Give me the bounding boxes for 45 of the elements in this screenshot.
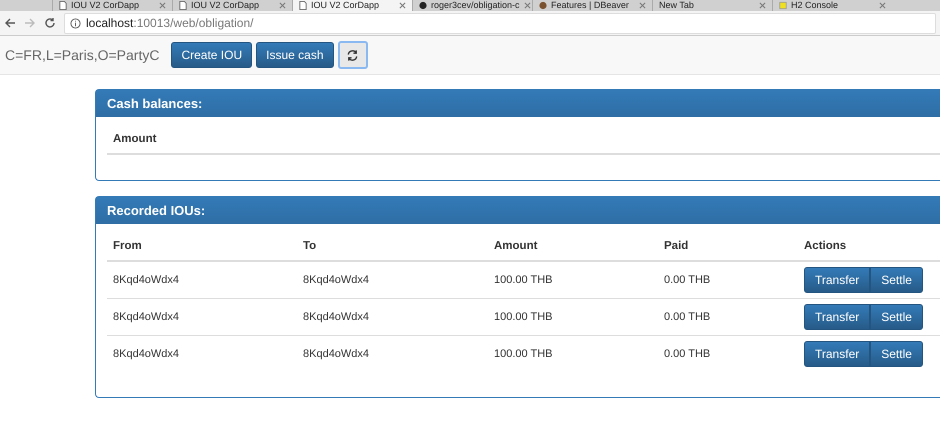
table-cell-text: 8Kqd4oWdx4 — [303, 311, 370, 323]
table-cell-text: 0.00 THB — [664, 274, 712, 286]
address-field[interactable]: localhost:10013/web/obligation/ — [64, 12, 936, 34]
table-cell-text: 8Kqd4oWdx4 — [303, 274, 370, 286]
row-action-button[interactable]: Transfer — [804, 304, 870, 330]
close-icon[interactable] — [399, 2, 406, 9]
column-header: From — [113, 240, 143, 252]
row-action-button[interactable]: Settle — [870, 341, 923, 367]
table-cell-text: 8Kqd4oWdx4 — [113, 274, 180, 286]
console-icon — [779, 1, 787, 10]
party-name: C=FR,L=Paris,O=PartyC — [5, 47, 160, 63]
row-action-button[interactable]: Transfer — [804, 341, 870, 367]
column-header: Amount — [494, 240, 538, 252]
row-action-button[interactable]: Settle — [870, 304, 923, 330]
column-header: To — [303, 240, 318, 252]
panel-heading: Recorded IOUs: — [96, 197, 940, 224]
forward-icon[interactable] — [24, 17, 36, 29]
refresh-button[interactable] — [338, 41, 368, 69]
refresh-icon — [346, 48, 359, 62]
table-cell-text: 0.00 THB — [664, 348, 712, 360]
close-icon[interactable] — [879, 2, 886, 9]
close-icon[interactable] — [759, 2, 766, 9]
table-cell-text: 0.00 THB — [664, 311, 712, 323]
table-cell-text: 100.00 THB — [494, 311, 554, 323]
column-header: Paid — [664, 240, 690, 252]
row-action-button[interactable]: Transfer — [804, 267, 870, 293]
action-button[interactable]: Issue cash — [256, 42, 334, 68]
row-action-button[interactable]: Settle — [870, 267, 923, 293]
close-icon[interactable] — [639, 2, 646, 9]
column-header: Actions — [804, 240, 848, 252]
reload-icon[interactable] — [44, 17, 56, 29]
table-cell-text: 100.00 THB — [494, 274, 554, 286]
info-icon — [70, 18, 81, 28]
back-icon[interactable] — [4, 17, 16, 29]
column-header: Amount — [113, 133, 156, 145]
table-cell-text: 100.00 THB — [494, 348, 554, 360]
browser-tab[interactable]: IOU V2 CorDapp — [292, 0, 412, 11]
close-icon[interactable] — [524, 2, 531, 9]
action-button[interactable]: Create IOU — [171, 42, 252, 68]
panel-heading: Cash balances: — [96, 90, 940, 117]
table-cell-text: 8Kqd4oWdx4 — [113, 348, 180, 360]
table-cell-text: 8Kqd4oWdx4 — [113, 311, 180, 323]
table-cell-text: 8Kqd4oWdx4 — [303, 348, 370, 360]
close-icon[interactable] — [279, 2, 286, 9]
close-icon[interactable] — [159, 2, 166, 9]
